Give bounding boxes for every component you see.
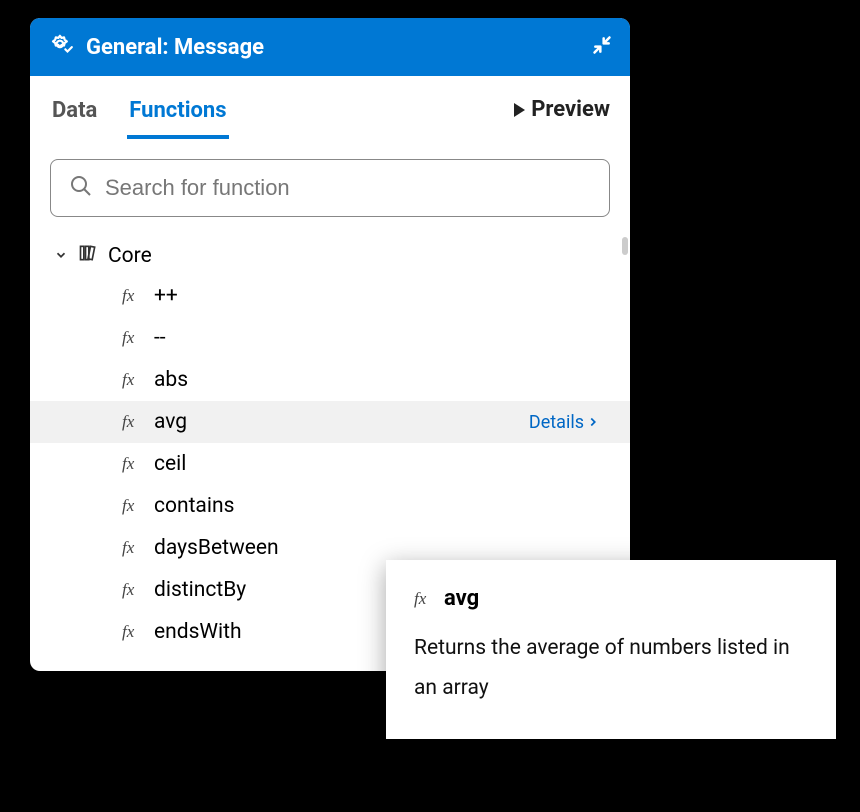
search-field[interactable] — [50, 159, 610, 217]
fx-icon: fx — [122, 412, 142, 432]
fx-icon: fx — [122, 454, 142, 474]
details-link[interactable]: Details — [529, 412, 606, 433]
library-icon — [78, 243, 98, 269]
function-name: ceil — [154, 452, 606, 476]
preview-button[interactable]: Preview — [514, 97, 610, 134]
group-core[interactable]: Core — [30, 237, 630, 275]
function-item-avg[interactable]: fx avg Details — [30, 401, 630, 443]
preview-label: Preview — [531, 97, 610, 122]
group-label: Core — [108, 244, 152, 268]
collapse-icon[interactable] — [592, 35, 612, 59]
settings-badge-icon — [48, 32, 74, 62]
tab-bar: Data Functions Preview — [30, 76, 630, 139]
search-input[interactable] — [105, 175, 591, 201]
function-item[interactable]: fx -- — [30, 317, 630, 359]
play-icon — [514, 103, 525, 117]
fx-icon: fx — [122, 286, 142, 306]
fx-icon: fx — [122, 328, 142, 348]
scrollbar-thumb[interactable] — [622, 237, 628, 255]
function-item[interactable]: fx ++ — [30, 275, 630, 317]
function-name: abs — [154, 368, 606, 392]
fx-icon: fx — [122, 496, 142, 516]
fx-icon: fx — [122, 622, 142, 642]
function-name: avg — [154, 410, 517, 434]
tab-data[interactable]: Data — [50, 92, 99, 139]
fx-icon: fx — [414, 589, 434, 609]
function-tooltip: fx avg Returns the average of numbers li… — [386, 560, 836, 739]
function-name: contains — [154, 494, 606, 518]
panel-header: General: Message — [30, 18, 630, 76]
fx-icon: fx — [122, 370, 142, 390]
fx-icon: fx — [122, 538, 142, 558]
function-name: ++ — [154, 284, 606, 308]
function-item[interactable]: fx ceil — [30, 443, 630, 485]
tooltip-description: Returns the average of numbers listed in… — [414, 629, 808, 709]
panel-title: General: Message — [86, 35, 580, 60]
function-name: -- — [154, 326, 606, 350]
function-item[interactable]: fx contains — [30, 485, 630, 527]
function-name: daysBetween — [154, 536, 606, 560]
chevron-down-icon — [54, 244, 68, 268]
tab-functions[interactable]: Functions — [127, 92, 228, 139]
tooltip-function-name: avg — [444, 586, 479, 611]
search-icon — [69, 174, 93, 202]
function-item[interactable]: fx abs — [30, 359, 630, 401]
fx-icon: fx — [122, 580, 142, 600]
